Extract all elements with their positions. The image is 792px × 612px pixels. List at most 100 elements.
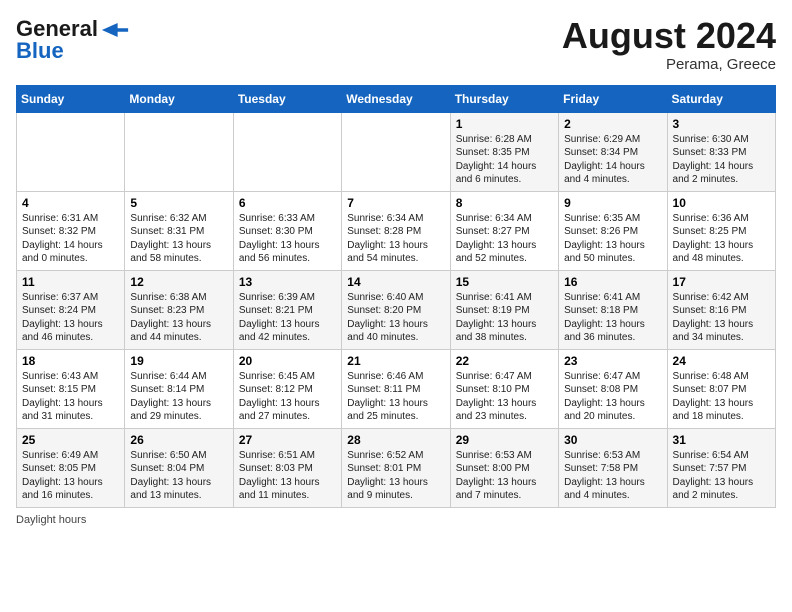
dow-header-sunday: Sunday xyxy=(17,85,125,112)
day-number: 21 xyxy=(347,354,444,368)
cell-text: Sunrise: 6:40 AM Sunset: 8:20 PM Dayligh… xyxy=(347,291,444,345)
month-year-title: August 2024 xyxy=(562,16,776,56)
calendar-cell: 4 Sunrise: 6:31 AM Sunset: 8:32 PM Daylig… xyxy=(17,191,125,270)
calendar-cell: 6 Sunrise: 6:33 AM Sunset: 8:30 PM Daylig… xyxy=(233,191,341,270)
calendar-cell: 31 Sunrise: 6:54 AM Sunset: 7:57 PM Dayli… xyxy=(667,428,775,507)
calendar-cell: 26 Sunrise: 6:50 AM Sunset: 8:04 PM Dayli… xyxy=(125,428,233,507)
footer-note: Daylight hours xyxy=(16,514,776,526)
logo: General Blue xyxy=(16,16,129,64)
dow-header-tuesday: Tuesday xyxy=(233,85,341,112)
day-number: 8 xyxy=(456,196,553,210)
day-number: 6 xyxy=(239,196,336,210)
day-number: 22 xyxy=(456,354,553,368)
dow-header-saturday: Saturday xyxy=(667,85,775,112)
cell-text: Sunrise: 6:53 AM Sunset: 7:58 PM Dayligh… xyxy=(564,449,661,503)
cell-text: Sunrise: 6:33 AM Sunset: 8:30 PM Dayligh… xyxy=(239,212,336,266)
day-number: 18 xyxy=(22,354,119,368)
day-number: 2 xyxy=(564,117,661,131)
cell-text: Sunrise: 6:28 AM Sunset: 8:35 PM Dayligh… xyxy=(456,133,553,187)
day-number: 17 xyxy=(673,275,770,289)
calendar-cell: 15 Sunrise: 6:41 AM Sunset: 8:19 PM Dayli… xyxy=(450,270,558,349)
calendar-cell: 27Sunrise: 6:51 AM Sunset: 8:03 PM Dayli… xyxy=(233,428,341,507)
day-number: 14 xyxy=(347,275,444,289)
cell-text: Sunrise: 6:35 AM Sunset: 8:26 PM Dayligh… xyxy=(564,212,661,266)
calendar-cell: 29Sunrise: 6:53 AM Sunset: 8:00 PM Dayli… xyxy=(450,428,558,507)
calendar-cell: 30 Sunrise: 6:53 AM Sunset: 7:58 PM Dayli… xyxy=(559,428,667,507)
calendar-cell: 17 Sunrise: 6:42 AM Sunset: 8:16 PM Dayli… xyxy=(667,270,775,349)
page-header: General Blue August 2024 Perama, Greece xyxy=(16,16,776,73)
calendar-table: SundayMondayTuesdayWednesdayThursdayFrid… xyxy=(16,85,776,508)
daylight-hours-label: Daylight hours xyxy=(16,514,86,526)
day-number: 9 xyxy=(564,196,661,210)
day-number: 28 xyxy=(347,433,444,447)
calendar-cell: 20 Sunrise: 6:45 AM Sunset: 8:12 PM Dayli… xyxy=(233,349,341,428)
cell-text: Sunrise: 6:46 AM Sunset: 8:11 PM Dayligh… xyxy=(347,370,444,424)
cell-text: Sunrise: 6:34 AM Sunset: 8:27 PM Dayligh… xyxy=(456,212,553,266)
calendar-cell xyxy=(233,112,341,191)
calendar-cell: 7Sunrise: 6:34 AM Sunset: 8:28 PM Daylig… xyxy=(342,191,450,270)
cell-text: Sunrise: 6:38 AM Sunset: 8:23 PM Dayligh… xyxy=(130,291,227,345)
day-number: 1 xyxy=(456,117,553,131)
day-number: 11 xyxy=(22,275,119,289)
cell-text: Sunrise: 6:42 AM Sunset: 8:16 PM Dayligh… xyxy=(673,291,770,345)
calendar-cell: 22 Sunrise: 6:47 AM Sunset: 8:10 PM Dayli… xyxy=(450,349,558,428)
calendar-cell: 1 Sunrise: 6:28 AM Sunset: 8:35 PM Daylig… xyxy=(450,112,558,191)
day-number: 26 xyxy=(130,433,227,447)
calendar-cell: 21 Sunrise: 6:46 AM Sunset: 8:11 PM Dayli… xyxy=(342,349,450,428)
calendar-cell: 9 Sunrise: 6:35 AM Sunset: 8:26 PM Daylig… xyxy=(559,191,667,270)
calendar-week-row: 25 Sunrise: 6:49 AM Sunset: 8:05 PM Dayli… xyxy=(17,428,776,507)
calendar-cell: 10Sunrise: 6:36 AM Sunset: 8:25 PM Dayli… xyxy=(667,191,775,270)
calendar-cell: 14 Sunrise: 6:40 AM Sunset: 8:20 PM Dayli… xyxy=(342,270,450,349)
cell-text: Sunrise: 6:48 AM Sunset: 8:07 PM Dayligh… xyxy=(673,370,770,424)
calendar-cell: 25 Sunrise: 6:49 AM Sunset: 8:05 PM Dayli… xyxy=(17,428,125,507)
calendar-cell xyxy=(17,112,125,191)
calendar-week-row: 1 Sunrise: 6:28 AM Sunset: 8:35 PM Daylig… xyxy=(17,112,776,191)
calendar-cell: 3 Sunrise: 6:30 AM Sunset: 8:33 PM Daylig… xyxy=(667,112,775,191)
day-number: 29 xyxy=(456,433,553,447)
calendar-cell: 11Sunrise: 6:37 AM Sunset: 8:24 PM Dayli… xyxy=(17,270,125,349)
calendar-week-row: 18 Sunrise: 6:43 AM Sunset: 8:15 PM Dayli… xyxy=(17,349,776,428)
day-number: 31 xyxy=(673,433,770,447)
day-number: 19 xyxy=(130,354,227,368)
cell-text: Sunrise: 6:31 AM Sunset: 8:32 PM Dayligh… xyxy=(22,212,119,266)
day-number: 5 xyxy=(130,196,227,210)
cell-text: Sunrise: 6:47 AM Sunset: 8:08 PM Dayligh… xyxy=(564,370,661,424)
cell-text: Sunrise: 6:54 AM Sunset: 7:57 PM Dayligh… xyxy=(673,449,770,503)
calendar-week-row: 4 Sunrise: 6:31 AM Sunset: 8:32 PM Daylig… xyxy=(17,191,776,270)
day-number: 3 xyxy=(673,117,770,131)
day-number: 15 xyxy=(456,275,553,289)
dow-header-friday: Friday xyxy=(559,85,667,112)
calendar-week-row: 11Sunrise: 6:37 AM Sunset: 8:24 PM Dayli… xyxy=(17,270,776,349)
day-number: 13 xyxy=(239,275,336,289)
day-number: 20 xyxy=(239,354,336,368)
calendar-cell xyxy=(125,112,233,191)
day-number: 24 xyxy=(673,354,770,368)
cell-text: Sunrise: 6:41 AM Sunset: 8:19 PM Dayligh… xyxy=(456,291,553,345)
day-number: 4 xyxy=(22,196,119,210)
cell-text: Sunrise: 6:41 AM Sunset: 8:18 PM Dayligh… xyxy=(564,291,661,345)
calendar-cell: 28Sunrise: 6:52 AM Sunset: 8:01 PM Dayli… xyxy=(342,428,450,507)
calendar-cell: 23 Sunrise: 6:47 AM Sunset: 8:08 PM Dayli… xyxy=(559,349,667,428)
day-number: 30 xyxy=(564,433,661,447)
calendar-cell: 24 Sunrise: 6:48 AM Sunset: 8:07 PM Dayli… xyxy=(667,349,775,428)
calendar-cell: 12Sunrise: 6:38 AM Sunset: 8:23 PM Dayli… xyxy=(125,270,233,349)
cell-text: Sunrise: 6:30 AM Sunset: 8:33 PM Dayligh… xyxy=(673,133,770,187)
cell-text: Sunrise: 6:43 AM Sunset: 8:15 PM Dayligh… xyxy=(22,370,119,424)
cell-text: Sunrise: 6:39 AM Sunset: 8:21 PM Dayligh… xyxy=(239,291,336,345)
calendar-cell: 5Sunrise: 6:32 AM Sunset: 8:31 PM Daylig… xyxy=(125,191,233,270)
cell-text: Sunrise: 6:44 AM Sunset: 8:14 PM Dayligh… xyxy=(130,370,227,424)
calendar-cell: 16Sunrise: 6:41 AM Sunset: 8:18 PM Dayli… xyxy=(559,270,667,349)
logo-arrow-icon xyxy=(101,23,129,37)
cell-text: Sunrise: 6:34 AM Sunset: 8:28 PM Dayligh… xyxy=(347,212,444,266)
cell-text: Sunrise: 6:29 AM Sunset: 8:34 PM Dayligh… xyxy=(564,133,661,187)
cell-text: Sunrise: 6:47 AM Sunset: 8:10 PM Dayligh… xyxy=(456,370,553,424)
cell-text: Sunrise: 6:45 AM Sunset: 8:12 PM Dayligh… xyxy=(239,370,336,424)
calendar-cell xyxy=(342,112,450,191)
cell-text: Sunrise: 6:50 AM Sunset: 8:04 PM Dayligh… xyxy=(130,449,227,503)
day-number: 23 xyxy=(564,354,661,368)
day-number: 27 xyxy=(239,433,336,447)
calendar-cell: 2 Sunrise: 6:29 AM Sunset: 8:34 PM Daylig… xyxy=(559,112,667,191)
day-number: 25 xyxy=(22,433,119,447)
cell-text: Sunrise: 6:49 AM Sunset: 8:05 PM Dayligh… xyxy=(22,449,119,503)
day-number: 10 xyxy=(673,196,770,210)
